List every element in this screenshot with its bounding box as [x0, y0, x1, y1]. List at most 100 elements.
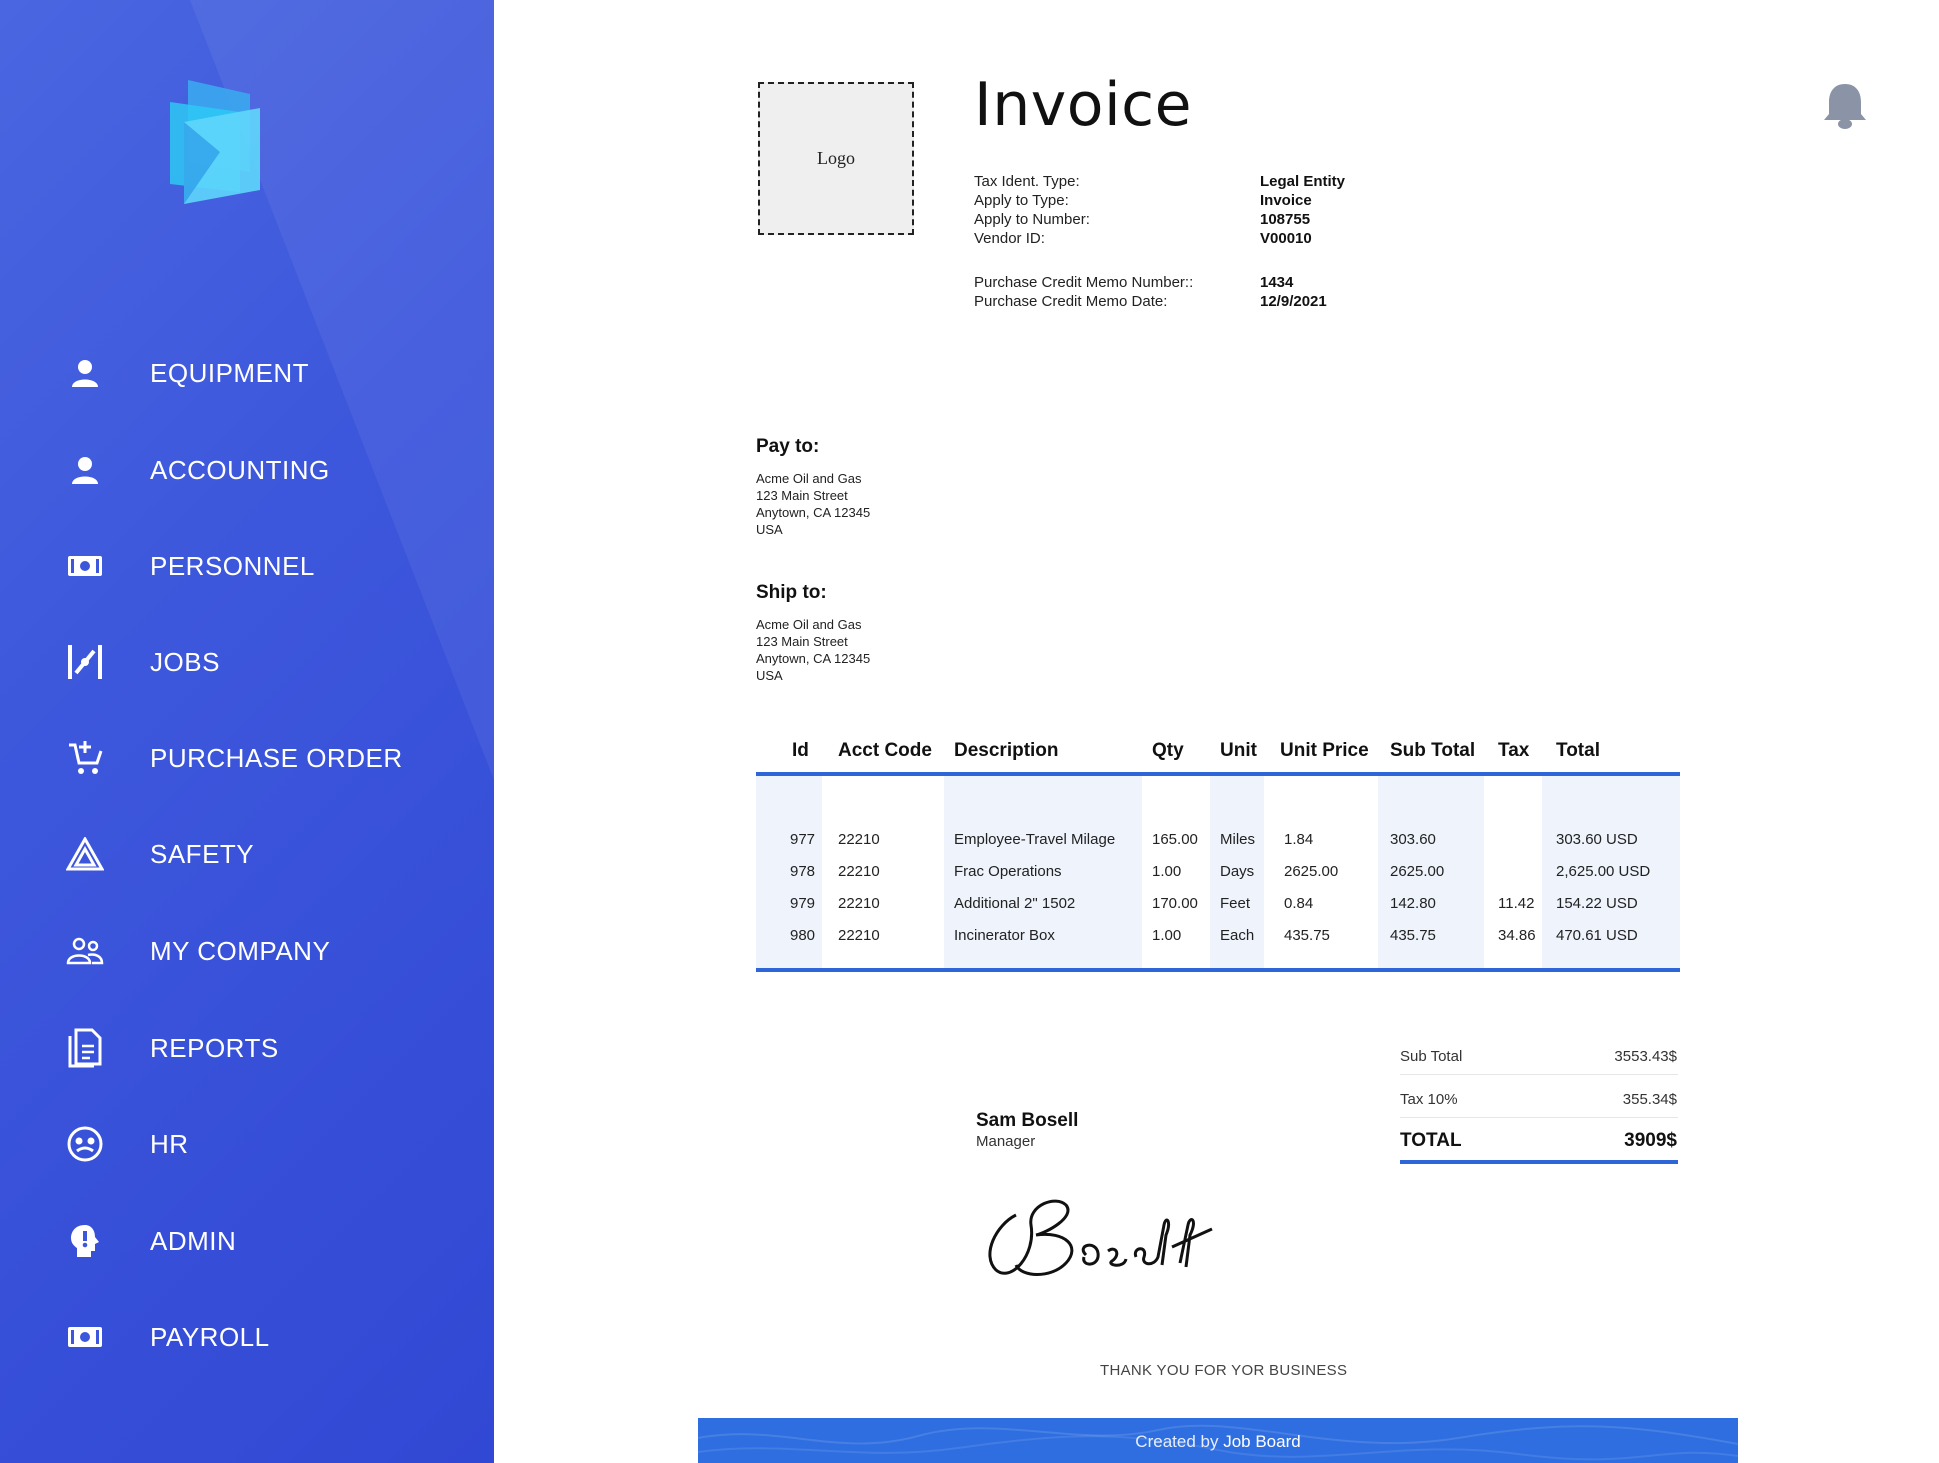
cell-id: 977: [790, 831, 816, 848]
sidebar: EQUIPMENT ACCOUNTING PERSONNEL JOBS PURC…: [0, 0, 494, 1463]
cell-qty: 170.00: [1152, 895, 1198, 912]
meta-value: Invoice: [1260, 192, 1312, 209]
sidebar-item-label: PURCHASE ORDER: [150, 742, 403, 773]
meta-label: Apply to Type:: [974, 192, 1069, 209]
cell-unit-price: 0.84: [1284, 895, 1314, 912]
cell-id: 980: [790, 927, 816, 944]
pay-to-line: 123 Main Street: [756, 488, 848, 503]
document-icon: [62, 1025, 108, 1071]
cell-description: Incinerator Box: [954, 927, 1055, 944]
table-header-unit-price: Unit Price: [1280, 740, 1369, 761]
cell-acct-code: 22210: [838, 927, 880, 944]
sidebar-item-label: ADMIN: [150, 1225, 237, 1256]
sidebar-item-safety[interactable]: SAFETY: [0, 819, 494, 889]
grand-total-rule: [1400, 1160, 1678, 1164]
cell-qty: 1.00: [1152, 863, 1182, 880]
group-icon: [62, 928, 108, 974]
meta-value: Legal Entity: [1260, 173, 1346, 190]
cell-tax: 34.86: [1498, 927, 1536, 944]
sidebar-item-label: HR: [150, 1128, 189, 1159]
cell-unit: Each: [1220, 927, 1255, 944]
cell-acct-code: 22210: [838, 863, 880, 880]
sidebar-item-purchase-order[interactable]: PURCHASE ORDER: [0, 723, 494, 793]
sidebar-item-my-company[interactable]: MY COMPANY: [0, 916, 494, 986]
grand-total-value: 3909$: [1624, 1130, 1677, 1151]
sidebar-item-reports[interactable]: REPORTS: [0, 1013, 494, 1083]
cell-unit-price: 1.84: [1284, 831, 1314, 848]
cell-unit: Days: [1220, 863, 1255, 880]
sidebar-item-label: PAYROLL: [150, 1321, 270, 1352]
sidebar-item-equipment[interactable]: EQUIPMENT: [0, 338, 494, 408]
sidebar-item-jobs[interactable]: JOBS: [0, 627, 494, 697]
cell-sub-total: 2625.00: [1390, 863, 1445, 880]
table-header-acct-code: Acct Code: [838, 740, 932, 761]
totals-divider: [1400, 1074, 1678, 1075]
cell-description: Employee-Travel Milage: [954, 831, 1116, 848]
sub-total-value: 3553.43$: [1614, 1048, 1677, 1065]
cell-sub-total: 303.60: [1390, 831, 1436, 848]
sidebar-item-payroll[interactable]: PAYROLL: [0, 1302, 494, 1372]
cell-qty: 1.00: [1152, 927, 1182, 944]
table-header-qty: Qty: [1152, 740, 1184, 761]
table-header-id: Id: [792, 740, 809, 761]
invoice-title: Invoice: [974, 70, 1193, 140]
cell-id: 979: [790, 895, 816, 912]
cell-acct-code: 22210: [838, 895, 880, 912]
sidebar-item-label: PERSONNEL: [150, 550, 315, 581]
cell-unit: Feet: [1220, 895, 1251, 912]
cell-tax: 11.42: [1498, 895, 1535, 912]
cart-icon: [62, 735, 108, 781]
cell-sub-total: 142.80: [1390, 895, 1436, 912]
signature-image: [988, 1199, 1213, 1276]
meta-value: 108755: [1260, 211, 1311, 228]
sidebar-item-label: REPORTS: [150, 1032, 279, 1063]
sidebar-item-label: JOBS: [150, 646, 220, 677]
jobs-icon: [62, 639, 108, 685]
app-logo-icon: [170, 80, 260, 204]
meta-label: Apply to Number:: [974, 211, 1090, 228]
cell-total: 2,625.00 USD: [1556, 863, 1651, 880]
sidebar-item-admin[interactable]: ADMIN: [0, 1206, 494, 1276]
sidebar-item-personnel[interactable]: PERSONNEL: [0, 531, 494, 601]
table-header-tax: Tax: [1498, 740, 1530, 761]
cell-acct-code: 22210: [838, 831, 880, 848]
totals-divider: [1400, 1117, 1678, 1118]
cell-sub-total: 435.75: [1390, 927, 1436, 944]
sidebar-item-label: EQUIPMENT: [150, 357, 310, 388]
ship-to-line: USA: [756, 668, 783, 683]
tax-value: 355.34$: [1622, 1091, 1677, 1108]
sidebar-item-hr[interactable]: HR: [0, 1109, 494, 1179]
meta-label: Tax Ident. Type:: [974, 173, 1080, 190]
table-header-total: Total: [1556, 740, 1600, 761]
ship-to-line: 123 Main Street: [756, 634, 848, 649]
sidebar-item-accounting[interactable]: ACCOUNTING: [0, 435, 494, 505]
footer-credit: Created by Job Board: [698, 1432, 1738, 1452]
sub-total-label: Sub Total: [1400, 1048, 1463, 1065]
bell-icon[interactable]: [1820, 80, 1870, 132]
signer-role: Manager: [976, 1133, 1036, 1150]
footer-brand-link[interactable]: Job Board: [1223, 1432, 1301, 1451]
face-icon: [62, 1121, 108, 1167]
warning-triangle-icon: [62, 831, 108, 877]
pay-to-line: Anytown, CA 12345: [756, 505, 871, 520]
memo-value: 1434: [1260, 274, 1294, 291]
grand-total-label: TOTAL: [1400, 1130, 1462, 1151]
table-header-description: Description: [954, 740, 1059, 761]
pay-to-line: Acme Oil and Gas: [756, 471, 862, 486]
sidebar-item-label: SAFETY: [150, 838, 255, 869]
memo-value: 12/9/2021: [1260, 293, 1327, 310]
ship-to-line: Acme Oil and Gas: [756, 617, 862, 632]
table-header-rule: [756, 772, 1680, 776]
person-icon: [62, 350, 108, 396]
footer-banner: Created by Job Board: [698, 1418, 1738, 1463]
cell-total: 303.60 USD: [1556, 831, 1638, 848]
cash-icon: [62, 1314, 108, 1360]
alert-head-icon: [62, 1218, 108, 1264]
pay-to-line: USA: [756, 522, 783, 537]
cell-id: 978: [790, 863, 816, 880]
ship-to-line: Anytown, CA 12345: [756, 651, 871, 666]
ship-to-heading: Ship to:: [756, 582, 827, 603]
sidebar-item-label: ACCOUNTING: [150, 454, 330, 485]
tax-label: Tax 10%: [1400, 1091, 1458, 1108]
cell-description: Frac Operations: [954, 863, 1062, 880]
